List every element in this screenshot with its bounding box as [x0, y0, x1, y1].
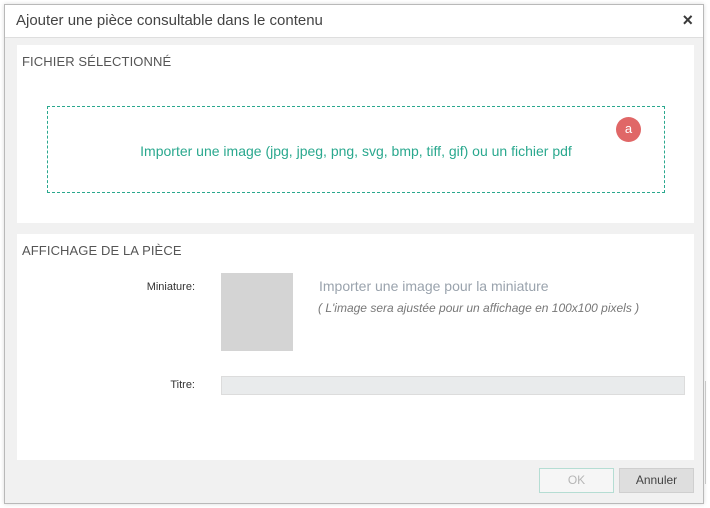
background-divider [705, 381, 706, 484]
cancel-button[interactable]: Annuler [619, 468, 694, 493]
import-thumbnail-link[interactable]: Importer une image pour la miniature [319, 278, 549, 294]
close-icon[interactable]: × [682, 9, 693, 31]
thumbnail-size-hint: ( L'image sera ajustée pour un affichage… [318, 301, 640, 315]
piece-display-heading: AFFICHAGE DE LA PIÈCE [22, 243, 182, 258]
annotation-badge: a [616, 117, 641, 142]
title-label: Titre: [170, 379, 195, 391]
dropzone-label: Importer une image (jpg, jpeg, png, svg,… [140, 143, 572, 159]
ok-button[interactable]: OK [539, 468, 614, 493]
file-dropzone[interactable]: Importer une image (jpg, jpeg, png, svg,… [47, 106, 665, 193]
add-piece-dialog: Ajouter une pièce consultable dans le co… [4, 4, 704, 504]
dialog-titlebar: Ajouter une pièce consultable dans le co… [5, 5, 703, 38]
dialog-title: Ajouter une pièce consultable dans le co… [16, 12, 323, 29]
thumbnail-label: Miniature: [146, 281, 195, 293]
title-input[interactable] [221, 376, 685, 395]
selected-file-heading: FICHIER SÉLECTIONNÉ [22, 54, 172, 69]
thumbnail-placeholder[interactable] [221, 273, 293, 351]
piece-display-panel: AFFICHAGE DE LA PIÈCE Miniature: Importe… [17, 234, 694, 460]
selected-file-panel: FICHIER SÉLECTIONNÉ Importer une image (… [17, 45, 694, 223]
